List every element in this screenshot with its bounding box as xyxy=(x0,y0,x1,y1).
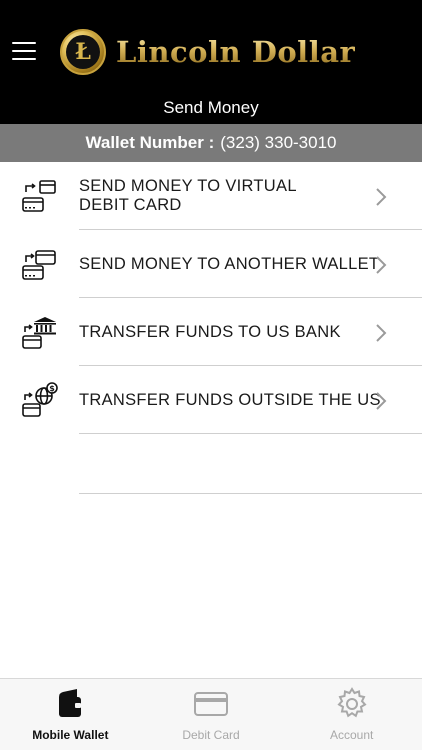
tab-mobile-wallet[interactable]: Mobile Wallet xyxy=(0,679,141,750)
app-logo: Ł Lincoln Dollar xyxy=(60,28,355,76)
tab-label: Mobile Wallet xyxy=(32,728,109,742)
tab-label: Account xyxy=(330,728,374,742)
wallet-to-globe-icon: $ xyxy=(22,382,58,417)
svg-text:$: $ xyxy=(49,384,55,393)
chevron-right-icon xyxy=(376,256,387,274)
page-title: Send Money xyxy=(163,98,259,117)
option-label-line2: DEBIT CARD xyxy=(79,196,182,214)
divider xyxy=(79,493,422,494)
wallet-to-bank-icon xyxy=(22,317,56,349)
bottom-tab-bar: Mobile Wallet Debit Card Account xyxy=(0,678,422,750)
tab-account[interactable]: Account xyxy=(281,679,422,750)
wallet-to-wallet-icon xyxy=(22,250,56,280)
option-label: TRANSFER FUNDS OUTSIDE THE US xyxy=(79,390,381,409)
tab-debit-card[interactable]: Debit Card xyxy=(141,679,282,750)
tab-label: Debit Card xyxy=(182,728,240,742)
wallet-number-value: (323) 330-3010 xyxy=(220,133,337,152)
chevron-right-icon xyxy=(376,324,387,342)
brand-name: Lincoln Dollar xyxy=(116,35,356,69)
option-label: SEND MONEY TO ANOTHER WALLET xyxy=(79,254,380,273)
app-header: Ł Lincoln Dollar Send Money xyxy=(0,0,422,124)
chevron-right-icon xyxy=(376,392,387,410)
option-label-line1: SEND MONEY TO VIRTUAL xyxy=(79,177,297,195)
option-transfer-outside-us[interactable]: $ TRANSFER FUNDS OUTSIDE THE US xyxy=(0,366,422,434)
wallet-to-card-icon xyxy=(22,180,56,212)
lincoln-dollar-coin-icon: Ł xyxy=(60,29,106,75)
wallet-number-label: Wallet Number : xyxy=(85,133,215,152)
option-transfer-to-us-bank[interactable]: TRANSFER FUNDS TO US BANK xyxy=(0,298,422,366)
option-label: TRANSFER FUNDS TO US BANK xyxy=(79,322,341,341)
credit-card-icon xyxy=(194,692,228,716)
wallet-number-bar: Wallet Number : (323) 330-3010 xyxy=(0,124,422,162)
wallet-icon xyxy=(59,689,82,717)
chevron-right-icon xyxy=(376,188,387,206)
divider xyxy=(79,433,422,434)
gear-icon xyxy=(337,687,367,718)
option-send-to-another-wallet[interactable]: SEND MONEY TO ANOTHER WALLET xyxy=(0,230,422,298)
send-options-list: SEND MONEY TO VIRTUAL DEBIT CARD SEND MO… xyxy=(0,162,422,434)
option-send-to-virtual-debit-card[interactable]: SEND MONEY TO VIRTUAL DEBIT CARD xyxy=(0,162,422,230)
hamburger-menu-icon[interactable] xyxy=(12,42,36,62)
